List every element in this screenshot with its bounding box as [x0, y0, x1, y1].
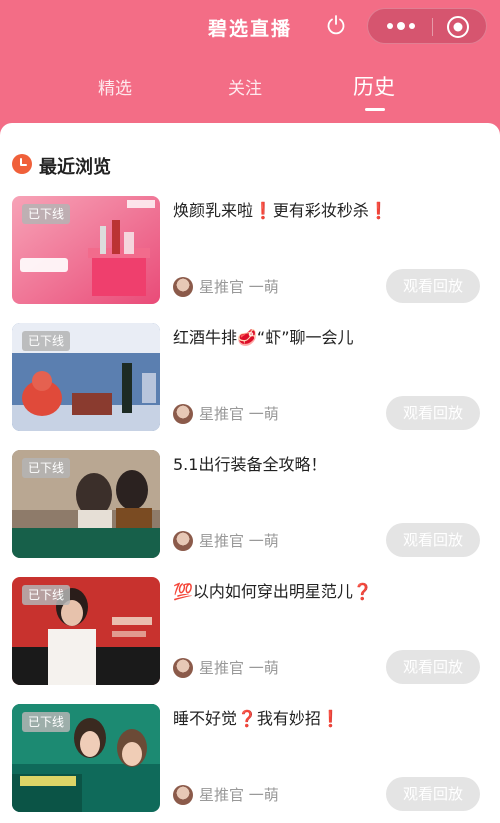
host-name: 星推官 一萌 — [199, 278, 279, 296]
list-item[interactable]: 已下线 焕颜乳来啦❗️更有彩妆秒杀❗️ 星推官 一萌 观看回放 — [0, 196, 500, 306]
watch-replay-button[interactable]: 观看回放 — [386, 650, 480, 684]
thumbnail[interactable]: 已下线 — [12, 450, 160, 558]
avatar — [173, 785, 193, 805]
watch-replay-button[interactable]: 观看回放 — [386, 777, 480, 811]
capsule-divider — [432, 18, 433, 36]
tab-featured[interactable]: 精选 — [98, 74, 132, 99]
avatar — [173, 277, 193, 297]
avatar — [173, 404, 193, 424]
watch-replay-button[interactable]: 观看回放 — [386, 523, 480, 557]
avatar — [173, 531, 193, 551]
item-title: 睡不好觉❓我有妙招❗️ — [173, 709, 341, 728]
host-name: 星推官 一萌 — [199, 405, 279, 423]
thumbnail[interactable]: 已下线 — [12, 577, 160, 685]
section-title: 最近浏览 — [39, 157, 111, 178]
list-item[interactable]: 已下线 红酒牛排🥩“虾”聊一会儿 星推官 一萌 观看回放 — [0, 323, 500, 433]
item-title: 💯以内如何穿出明星范儿❓ — [173, 582, 373, 601]
history-panel: 最近浏览 已下线 焕颜乳来啦❗️更有彩妆秒杀❗️ 星推官 一萌 观看回放 已下线… — [0, 123, 500, 823]
offline-badge: 已下线 — [22, 458, 71, 478]
item-title: 5.1出行装备全攻略！ — [173, 455, 327, 474]
power-icon[interactable] — [325, 14, 347, 36]
header: 碧选直播 精选 关注 历史 — [0, 0, 500, 125]
tab-active-indicator — [365, 108, 385, 111]
thumbnail[interactable]: 已下线 — [12, 323, 160, 431]
offline-badge: 已下线 — [22, 712, 71, 732]
watch-replay-button[interactable]: 观看回放 — [386, 269, 480, 303]
close-target-icon[interactable] — [446, 15, 470, 39]
list-item[interactable]: 已下线 5.1出行装备全攻略！ 星推官 一萌 观看回放 — [0, 450, 500, 560]
offline-badge: 已下线 — [22, 331, 71, 351]
watch-replay-button[interactable]: 观看回放 — [386, 396, 480, 430]
tab-history[interactable]: 历史 — [353, 71, 395, 101]
thumbnail[interactable]: 已下线 — [12, 704, 160, 812]
list-item[interactable]: 已下线 💯以内如何穿出明星范儿❓ 星推官 一萌 观看回放 — [0, 577, 500, 687]
host-name: 星推官 一萌 — [199, 786, 279, 804]
item-title: 红酒牛排🥩“虾”聊一会儿 — [173, 328, 354, 347]
host-name: 星推官 一萌 — [199, 659, 279, 677]
host-name: 星推官 一萌 — [199, 532, 279, 550]
offline-badge: 已下线 — [22, 204, 71, 224]
list-item[interactable]: 已下线 睡不好觉❓我有妙招❗️ 星推官 一萌 观看回放 — [0, 704, 500, 814]
avatar — [173, 658, 193, 678]
clock-icon — [12, 154, 32, 174]
tab-following[interactable]: 关注 — [228, 74, 262, 99]
thumbnail[interactable]: 已下线 — [12, 196, 160, 304]
mini-program-capsule — [367, 8, 487, 44]
more-icon[interactable] — [384, 18, 418, 34]
item-title: 焕颜乳来啦❗️更有彩妆秒杀❗️ — [173, 201, 389, 220]
offline-badge: 已下线 — [22, 585, 71, 605]
